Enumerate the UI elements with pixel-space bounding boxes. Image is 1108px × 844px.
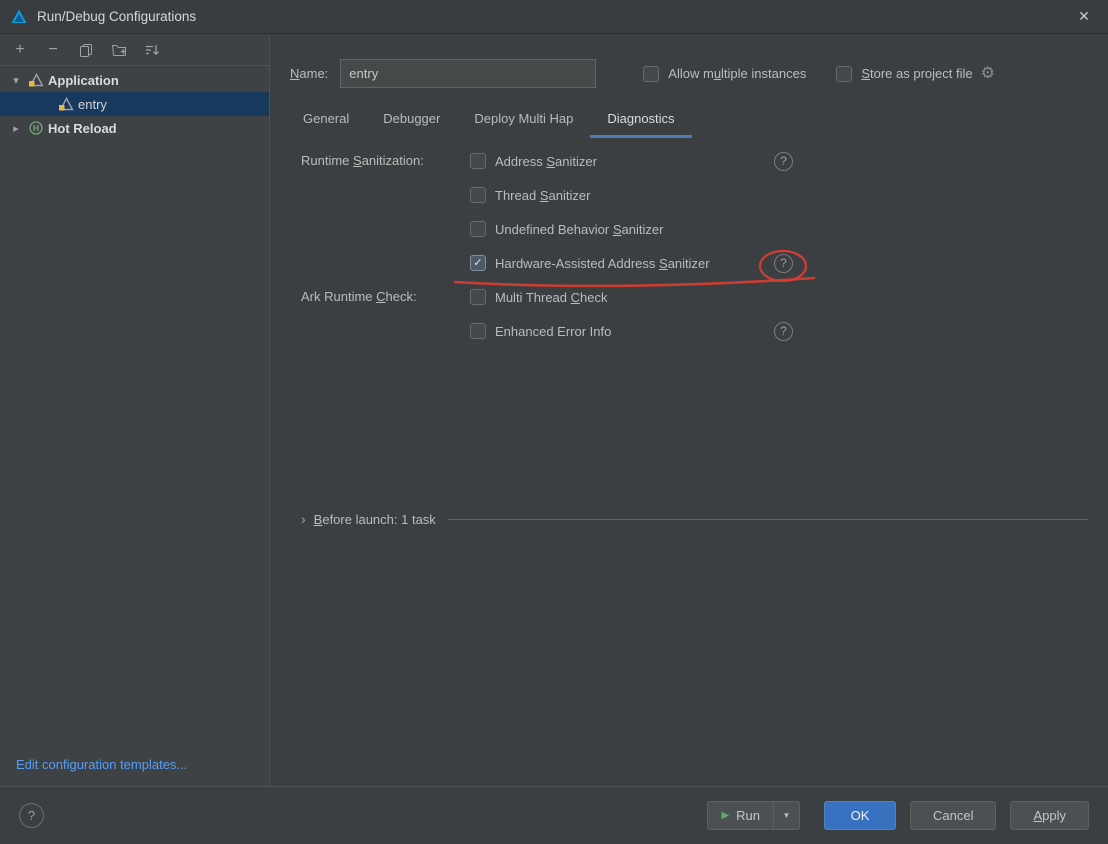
runtime-sanitization-label: Runtime Sanitization: [301, 144, 470, 178]
tree-item-hot-reload[interactable]: ▸ H Hot Reload [0, 116, 269, 140]
before-launch-section[interactable]: › Before launch: 1 task [301, 502, 1108, 536]
name-row: Name: ✓ Allow multiple instances ✓ Store… [271, 35, 1108, 88]
ark-runtime-check-section: Ark Runtime Check: ✓ Multi Thread Check … [301, 280, 1108, 348]
configuration-tabs: General Debugger Deploy Multi Hap Diagno… [286, 102, 1108, 138]
name-label: Name: [290, 66, 328, 81]
checkbox-box[interactable]: ✓ [470, 323, 486, 339]
undefined-behavior-sanitizer-checkbox[interactable]: ✓ Undefined Behavior Sanitizer [470, 212, 890, 246]
copy-configuration-icon[interactable] [78, 42, 94, 58]
help-icon[interactable]: ? [774, 322, 793, 341]
sidebar-toolbar: + − [0, 35, 269, 66]
checkbox-box[interactable]: ✓ [470, 153, 486, 169]
tab-general[interactable]: General [286, 102, 366, 138]
add-configuration-icon[interactable]: + [12, 42, 28, 58]
help-button[interactable]: ? [19, 803, 44, 828]
dialog-footer: ? ▶ Run ▼ OK Cancel Apply [0, 786, 1108, 844]
tree-item-label: Hot Reload [48, 121, 117, 136]
help-icon: ? [28, 808, 35, 823]
checkbox-box[interactable]: ✓ [836, 66, 852, 82]
chevron-right-icon[interactable]: ▸ [8, 122, 24, 135]
checkbox-label: Allow multiple instances [668, 66, 806, 81]
checkbox-label: Enhanced Error Info [495, 324, 611, 339]
tree-item-label: Application [48, 73, 119, 88]
checkbox-label: Multi Thread Check [495, 290, 608, 305]
checkbox-box[interactable]: ✓ [643, 66, 659, 82]
checkbox-box[interactable]: ✓ [470, 255, 486, 271]
module-icon [58, 96, 74, 112]
checkbox-label: Store as project file [861, 66, 972, 81]
store-settings-gear-icon[interactable]: ⚙ [981, 66, 995, 82]
checkbox-box[interactable]: ✓ [470, 187, 486, 203]
remove-configuration-icon[interactable]: − [45, 42, 61, 58]
checkbox-box[interactable]: ✓ [470, 221, 486, 237]
cancel-button[interactable]: Cancel [910, 801, 996, 830]
ark-runtime-check-label: Ark Runtime Check: [301, 280, 470, 314]
configurations-sidebar: + − ▾ [0, 35, 270, 786]
configuration-tree: ▾ Application entry [0, 66, 269, 140]
application-type-icon [28, 72, 44, 88]
name-input[interactable] [340, 59, 596, 88]
help-icon[interactable]: ? [774, 254, 793, 273]
run-debug-configurations-dialog: Run/Debug Configurations ✕ + − [0, 0, 1108, 844]
new-folder-icon[interactable] [111, 42, 127, 58]
apply-button[interactable]: Apply [1010, 801, 1089, 830]
address-sanitizer-checkbox[interactable]: ✓ Address Sanitizer ? [470, 144, 890, 178]
section-divider [448, 519, 1088, 520]
allow-multiple-instances-checkbox[interactable]: ✓ Allow multiple instances [643, 66, 806, 82]
tab-diagnostics[interactable]: Diagnostics [590, 102, 691, 138]
tab-deploy-multi-hap[interactable]: Deploy Multi Hap [457, 102, 590, 138]
runtime-sanitization-section: Runtime Sanitization: ✓ Address Sanitize… [301, 144, 1108, 280]
before-launch-label: Before launch: 1 task [314, 512, 436, 527]
tree-item-entry[interactable]: entry [0, 92, 269, 116]
title-bar: Run/Debug Configurations ✕ [0, 0, 1108, 34]
checkbox-box[interactable]: ✓ [470, 289, 486, 305]
configuration-editor: Name: ✓ Allow multiple instances ✓ Store… [271, 35, 1108, 786]
enhanced-error-info-checkbox[interactable]: ✓ Enhanced Error Info ? [470, 314, 890, 348]
store-as-project-file-checkbox[interactable]: ✓ Store as project file [836, 66, 972, 82]
edit-configuration-templates-link[interactable]: Edit configuration templates... [16, 757, 187, 772]
thread-sanitizer-checkbox[interactable]: ✓ Thread Sanitizer [470, 178, 890, 212]
dialog-title: Run/Debug Configurations [37, 9, 196, 24]
chevron-right-icon[interactable]: › [301, 511, 306, 527]
svg-text:H: H [33, 123, 39, 133]
checkbox-label: Hardware-Assisted Address Sanitizer [495, 256, 710, 271]
help-icon[interactable]: ? [774, 152, 793, 171]
deveco-logo-icon [10, 8, 28, 26]
dropdown-arrow-icon: ▼ [783, 811, 791, 820]
tree-item-label: entry [78, 97, 107, 112]
hot-reload-icon: H [28, 120, 44, 136]
ok-button[interactable]: OK [824, 801, 896, 830]
sort-configurations-icon[interactable] [144, 42, 160, 58]
chevron-down-icon[interactable]: ▾ [8, 74, 24, 87]
run-play-icon: ▶ [721, 810, 729, 821]
hardware-assisted-address-sanitizer-checkbox[interactable]: ✓ Hardware-Assisted Address Sanitizer ? [470, 246, 890, 280]
close-icon[interactable]: ✕ [1070, 3, 1098, 31]
checkbox-label: Undefined Behavior Sanitizer [495, 222, 663, 237]
checkmark-icon: ✓ [473, 258, 482, 269]
tab-debugger[interactable]: Debugger [366, 102, 457, 138]
checkbox-label: Address Sanitizer [495, 154, 597, 169]
run-button[interactable]: ▶ Run [707, 801, 774, 830]
run-button-label: Run [736, 808, 760, 823]
footer-buttons: ▶ Run ▼ OK Cancel Apply [707, 801, 1089, 830]
run-split-button: ▶ Run ▼ [707, 801, 800, 830]
run-options-dropdown[interactable]: ▼ [774, 801, 800, 830]
checkbox-label: Thread Sanitizer [495, 188, 590, 203]
diagnostics-tab-content: Runtime Sanitization: ✓ Address Sanitize… [271, 138, 1108, 536]
multi-thread-check-checkbox[interactable]: ✓ Multi Thread Check [470, 280, 890, 314]
tree-item-application[interactable]: ▾ Application [0, 68, 269, 92]
